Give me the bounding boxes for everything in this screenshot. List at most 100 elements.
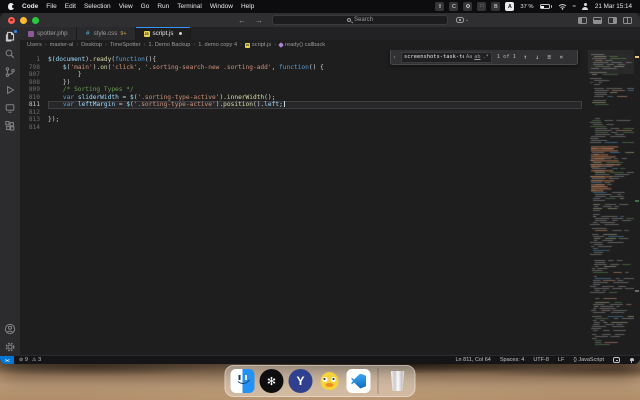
find-input[interactable] (404, 54, 464, 60)
code-line[interactable]: 813}); (20, 116, 582, 124)
find-widget: › Aa ab .* 1 of 1 ↑ ↓ ≡ × (390, 50, 578, 65)
code-line[interactable]: 812 (20, 109, 582, 117)
close-find-icon[interactable]: × (557, 53, 566, 61)
tab-style-css[interactable]: #style.css9+ (77, 27, 136, 40)
line-content: /* Sorting Types */ (48, 86, 582, 94)
breadcrumb-item[interactable]: Users (27, 42, 42, 48)
breadcrumb-separator: › (144, 42, 146, 48)
find-in-selection-icon[interactable]: ≡ (545, 53, 554, 61)
navigate-back-icon[interactable]: ← (238, 16, 246, 25)
menu-help[interactable]: Help (241, 3, 254, 10)
navigate-forward-icon[interactable]: → (255, 16, 263, 25)
remote-explorer-icon[interactable] (4, 102, 17, 114)
explorer-icon[interactable] (4, 30, 17, 42)
zoom-window-button[interactable] (32, 17, 39, 24)
previous-match-icon[interactable]: ↑ (521, 53, 530, 61)
wifi-icon[interactable] (558, 3, 567, 10)
toggle-secondary-sidebar-icon[interactable] (608, 17, 617, 24)
breadcrumb-item[interactable]: 1. Demo Backup (148, 42, 190, 48)
menubar-clock[interactable]: 21 Mar 15:14 (595, 3, 632, 10)
breadcrumb-item[interactable]: Desktop (81, 42, 102, 48)
eol-setting[interactable]: LF (558, 357, 564, 363)
code-line[interactable]: 807 } (20, 71, 582, 79)
menu-view[interactable]: View (119, 3, 133, 10)
close-window-button[interactable] (8, 17, 15, 24)
breadcrumb-item[interactable]: ready() callback (279, 42, 325, 48)
toggle-replace-icon[interactable]: › (391, 50, 398, 64)
settings-gear-icon[interactable] (4, 341, 17, 353)
menu-app-name[interactable]: Code (22, 3, 38, 10)
minimap-slider[interactable] (588, 50, 634, 74)
source-control-icon[interactable] (4, 66, 17, 78)
code-editor[interactable]: 1$(document).ready(function(){798 $('mai… (20, 50, 640, 355)
js-file-icon: JS (144, 31, 150, 37)
breadcrumb[interactable]: Users›master-al›Desktop›TimeSpotter›1. D… (20, 40, 640, 50)
whole-word-icon[interactable]: ab (474, 54, 480, 60)
warning-count: 3 (38, 357, 41, 363)
tab-script-js[interactable]: JSscript.js (136, 27, 191, 40)
dock-yandex-icon[interactable]: Y (289, 369, 313, 393)
gear-menu-icon[interactable]: ⚙ (463, 2, 472, 11)
paw-icon[interactable]: ∷ (477, 2, 486, 11)
code-line[interactable]: 810 var sliderWidth = $('.sorting-type-a… (20, 94, 582, 102)
code-lines[interactable]: 1$(document).ready(function(){798 $('mai… (20, 56, 582, 131)
breadcrumb-item[interactable]: master-al (50, 42, 74, 48)
breadcrumb-item[interactable]: JSscript.js (245, 42, 271, 48)
problems-summary[interactable]: ⊘9 ⚠3 (19, 357, 41, 363)
remote-indicator[interactable]: >< (0, 356, 14, 364)
input-source-icon[interactable]: A (505, 2, 514, 11)
accounts-icon[interactable] (4, 323, 17, 335)
apple-menu-icon[interactable] (8, 3, 14, 10)
copilot-status-icon[interactable] (613, 357, 620, 363)
copilot-menu[interactable]: ⌄ (456, 17, 469, 23)
next-match-icon[interactable]: ↓ (533, 53, 542, 61)
menu-terminal[interactable]: Terminal (177, 3, 202, 10)
menu-file[interactable]: File (46, 3, 56, 10)
control-center-icon[interactable]: ≈ (573, 4, 576, 10)
toggle-sidebar-icon[interactable] (578, 17, 587, 24)
command-center-search[interactable]: Search (272, 15, 448, 25)
line-number: 809 (20, 86, 40, 94)
dock-chatgpt-icon[interactable]: ✻ (260, 369, 284, 393)
dock-trash-icon[interactable] (386, 369, 410, 393)
search-sidebar-icon[interactable] (4, 48, 17, 60)
shield-icon[interactable]: ⇧ (435, 2, 444, 11)
code-line[interactable]: 814 (20, 124, 582, 132)
extensions-icon[interactable] (4, 120, 17, 132)
title-bar[interactable]: ← → Search ⌄ (0, 13, 640, 27)
code-line[interactable]: 809 /* Sorting Types */ (20, 86, 582, 94)
indentation-setting[interactable]: Spaces: 4 (500, 357, 524, 363)
encoding-setting[interactable]: UTF-8 (533, 357, 549, 363)
regex-icon[interactable]: .* (483, 54, 489, 60)
menu-selection[interactable]: Selection (84, 3, 111, 10)
code-line[interactable]: 808 }) (20, 79, 582, 87)
run-debug-icon[interactable] (4, 84, 17, 96)
menu-run[interactable]: Run (157, 3, 169, 10)
minimap[interactable] (588, 50, 634, 355)
c-app-icon[interactable]: C (449, 2, 458, 11)
dock-finder-icon[interactable] (231, 369, 255, 393)
breadcrumb-item[interactable]: TimeSpotter (110, 42, 141, 48)
tab-spotter-php[interactable]: spotter.php (20, 27, 77, 40)
dock-vs-code-icon[interactable] (347, 369, 371, 393)
search-placeholder: Search (354, 17, 373, 23)
fast-user-switch-icon[interactable] (582, 3, 589, 10)
overview-ruler[interactable] (634, 50, 640, 355)
breadcrumb-separator: › (193, 42, 195, 48)
customize-layout-icon[interactable] (623, 17, 632, 24)
notifications-bell-icon[interactable] (629, 358, 634, 363)
menu-go[interactable]: Go (141, 3, 150, 10)
cursor-position[interactable]: Ln 811, Col 64 (455, 357, 490, 363)
menu-window[interactable]: Window (210, 3, 233, 10)
menubar-status-icons: ⇧ C ⚙ ∷ BA (435, 2, 514, 11)
toggle-panel-icon[interactable] (593, 17, 602, 24)
battery-icon[interactable] (540, 4, 552, 9)
code-line[interactable]: 811 var leftMargin = $('.sorting-type-ac… (20, 101, 582, 109)
language-mode[interactable]: {} JavaScript (573, 357, 604, 363)
minimize-window-button[interactable] (20, 17, 27, 24)
breadcrumb-item[interactable]: 1. demo copy 4 (198, 42, 237, 48)
b-app-icon[interactable]: B (491, 2, 500, 11)
match-case-icon[interactable]: Aa (466, 54, 472, 60)
dock-cyberduck-icon[interactable] (318, 369, 342, 393)
menu-edit[interactable]: Edit (65, 3, 76, 10)
